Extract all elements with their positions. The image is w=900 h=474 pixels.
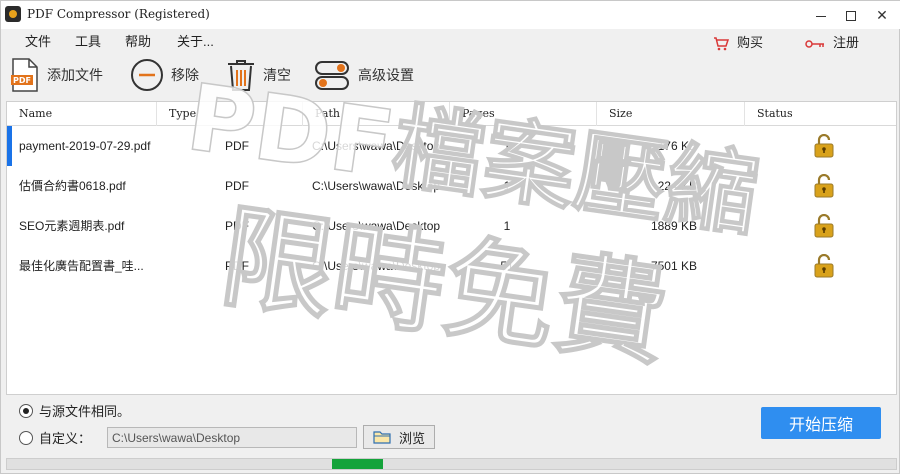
svg-text:PDF: PDF bbox=[13, 76, 31, 85]
add-files-label: 添加文件 bbox=[47, 67, 103, 83]
file-path: C:\Users\wawa\Desktop bbox=[312, 139, 441, 153]
advanced-settings-button[interactable]: 高级设置 bbox=[314, 57, 414, 93]
toggle-icon bbox=[315, 61, 349, 90]
table-row[interactable]: SEO元素週期表.pdf PDF C:\Users\wawa\Desktop 1… bbox=[7, 206, 896, 246]
column-header-type[interactable]: Type bbox=[157, 102, 303, 126]
maximize-button[interactable] bbox=[834, 1, 868, 29]
buy-button[interactable]: 购买 bbox=[713, 32, 763, 51]
progress-bar bbox=[6, 458, 897, 470]
add-files-button[interactable]: PDF 添加文件 bbox=[9, 57, 103, 93]
maximize-icon bbox=[846, 11, 856, 22]
lock-open-icon bbox=[814, 214, 834, 238]
browse-label: 浏览 bbox=[398, 430, 425, 446]
table-row[interactable]: payment-2019-07-29.pdf PDF C:\Users\wawa… bbox=[7, 126, 896, 166]
file-type: PDF bbox=[225, 139, 249, 153]
output-custom-option[interactable]: 自定义： bbox=[19, 428, 91, 447]
file-type: PDF bbox=[225, 179, 249, 193]
custom-label: 自定义： bbox=[39, 431, 92, 446]
file-type: PDF bbox=[225, 259, 249, 273]
menu-help[interactable]: 帮助 bbox=[125, 31, 151, 50]
column-header-status[interactable]: Status bbox=[745, 102, 896, 126]
file-pages: 1 bbox=[503, 219, 511, 233]
browse-button[interactable]: 浏览 bbox=[363, 425, 435, 449]
minus-circle-icon bbox=[131, 59, 163, 91]
minimize-button[interactable] bbox=[804, 1, 838, 29]
file-name: payment-2019-07-29.pdf bbox=[19, 139, 151, 153]
pdf-file-icon: PDF bbox=[11, 58, 38, 92]
lock-open-icon bbox=[814, 134, 834, 158]
folder-icon bbox=[373, 431, 391, 444]
file-type: PDF bbox=[225, 219, 249, 233]
key-icon bbox=[805, 39, 824, 48]
menu-about[interactable]: 关于... bbox=[177, 31, 214, 50]
app-window: PDF Compressor (Registered) ✕ 文件 工具 帮助 关… bbox=[0, 0, 900, 474]
file-path: C:\Users\wawa\Desktop bbox=[312, 259, 441, 273]
file-size: 7501 KB bbox=[650, 259, 697, 273]
close-icon: ✕ bbox=[876, 7, 888, 23]
clear-button[interactable]: 清空 bbox=[225, 57, 291, 93]
app-logo-icon bbox=[5, 6, 21, 22]
close-button[interactable]: ✕ bbox=[865, 1, 899, 29]
file-name: 最佳化廣告配置書_哇... bbox=[19, 259, 144, 273]
custom-radio[interactable] bbox=[19, 430, 33, 445]
file-size: 176 KB bbox=[657, 139, 697, 153]
file-size: 224 KB bbox=[657, 179, 697, 193]
file-pages: 1 bbox=[503, 139, 511, 153]
remove-label: 移除 bbox=[171, 67, 199, 83]
clear-label: 清空 bbox=[263, 67, 291, 83]
custom-path-input[interactable] bbox=[107, 427, 357, 448]
same-as-source-label: 与源文件相同。 bbox=[39, 404, 131, 419]
row-selection-indicator bbox=[7, 126, 12, 166]
menu-bar: 文件 工具 帮助 关于... bbox=[1, 29, 900, 51]
file-path: C:\Users\wawa\Desktop bbox=[312, 179, 441, 193]
start-compress-button[interactable]: 开始压缩 bbox=[761, 407, 881, 439]
remove-button[interactable]: 移除 bbox=[129, 57, 199, 93]
trash-icon bbox=[228, 60, 254, 91]
register-button[interactable]: 注册 bbox=[805, 32, 859, 51]
file-name: 估價合約書0618.pdf bbox=[19, 179, 126, 193]
toolbar: PDF 添加文件 移除 清空 高级设置 bbox=[1, 53, 900, 97]
file-pages: 51 bbox=[500, 259, 514, 273]
file-name: SEO元素週期表.pdf bbox=[19, 219, 125, 233]
table-header: Name Type Path Pages Size Status bbox=[7, 102, 896, 126]
column-header-path[interactable]: Path bbox=[303, 102, 450, 126]
output-same-option[interactable]: 与源文件相同。 bbox=[19, 401, 130, 420]
table-row[interactable]: 最佳化廣告配置書_哇... PDF C:\Users\wawa\Desktop … bbox=[7, 246, 896, 286]
cart-icon bbox=[714, 36, 729, 50]
lock-open-icon bbox=[814, 254, 834, 278]
column-header-name[interactable]: Name bbox=[7, 102, 157, 126]
column-header-size[interactable]: Size bbox=[597, 102, 745, 126]
menu-tools[interactable]: 工具 bbox=[75, 31, 101, 50]
file-path: C:\Users\wawa\Desktop bbox=[312, 219, 441, 233]
progress-fill bbox=[332, 459, 384, 469]
file-table: Name Type Path Pages Size Status payment… bbox=[6, 101, 897, 395]
lock-open-icon bbox=[814, 174, 834, 198]
title-bar: PDF Compressor (Registered) ✕ bbox=[1, 1, 900, 29]
column-header-pages[interactable]: Pages bbox=[450, 102, 597, 126]
file-size: 1889 KB bbox=[650, 219, 697, 233]
window-title: PDF Compressor (Registered) bbox=[27, 7, 210, 21]
menu-file[interactable]: 文件 bbox=[25, 31, 51, 50]
file-pages: 1 bbox=[503, 179, 511, 193]
register-label: 注册 bbox=[833, 35, 860, 50]
table-row[interactable]: 估價合約書0618.pdf PDF C:\Users\wawa\Desktop … bbox=[7, 166, 896, 206]
buy-label: 购买 bbox=[737, 35, 764, 50]
minimize-icon bbox=[816, 15, 826, 17]
advanced-settings-label: 高级设置 bbox=[358, 67, 414, 83]
same-as-source-radio[interactable] bbox=[19, 403, 33, 418]
